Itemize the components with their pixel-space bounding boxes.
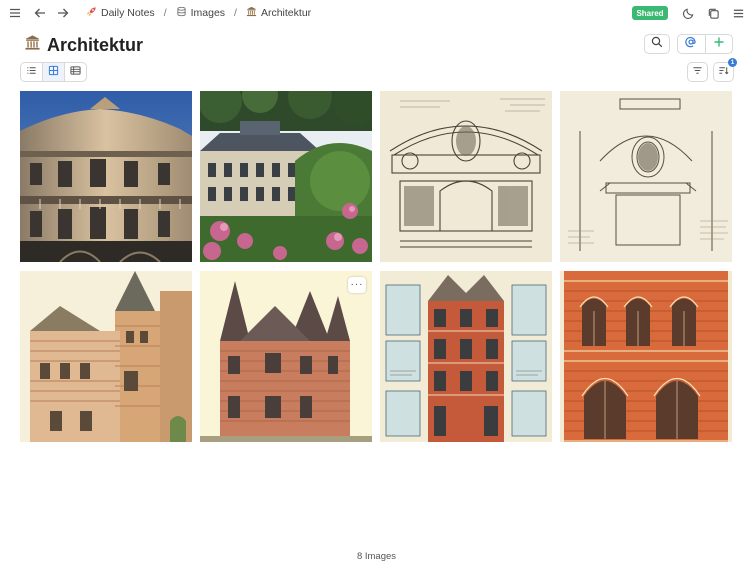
top-bar: Daily Notes / Images / Architektur Share…	[0, 0, 753, 26]
image-count-label: 8 Images	[356, 551, 397, 562]
page-title: Architektur	[47, 34, 144, 55]
table-view-icon	[70, 63, 81, 81]
gallery-card[interactable]	[20, 271, 192, 442]
breadcrumb-architektur[interactable]: Architektur	[246, 6, 311, 20]
breadcrumb-label: Daily Notes	[101, 7, 155, 19]
hamburger-icon[interactable]	[6, 4, 24, 22]
database-icon	[176, 6, 187, 20]
baroque-corner-building-photo	[20, 91, 192, 262]
classical-building-icon	[246, 6, 257, 20]
filter-icon	[692, 63, 703, 81]
gallery-card[interactable]	[380, 91, 552, 262]
rocket-icon	[86, 6, 97, 20]
breadcrumb-separator: /	[163, 7, 167, 19]
breadcrumb-label: Architektur	[260, 7, 312, 19]
gallery-card[interactable]	[200, 91, 372, 262]
plus-icon	[713, 35, 725, 53]
list-view-button[interactable]	[21, 63, 43, 81]
search-icon	[651, 35, 663, 53]
gallery-card[interactable]	[380, 271, 552, 442]
gallery-view-icon	[48, 63, 59, 81]
view-switcher	[20, 62, 87, 82]
arrow-left-icon[interactable]	[31, 4, 49, 22]
search-button[interactable]	[644, 34, 670, 54]
card-more-button[interactable]: ···	[348, 277, 366, 293]
table-view-button[interactable]	[65, 63, 86, 81]
gothic-revival-house-elevation	[200, 271, 372, 442]
breadcrumb: Daily Notes / Images / Architektur	[86, 0, 311, 26]
breadcrumb-separator: /	[234, 7, 237, 19]
image-gallery: ···	[20, 91, 733, 442]
at-sign-icon	[685, 35, 697, 53]
shared-badge[interactable]: Shared	[632, 6, 668, 20]
breadcrumb-daily-notes[interactable]: Daily Notes	[86, 6, 155, 20]
sort-icon	[718, 63, 729, 81]
sort-count-badge: 1	[728, 58, 737, 67]
oval-window-pediment-drawing	[560, 91, 732, 262]
breadcrumb-label: Images	[190, 7, 226, 19]
mention-add-group	[677, 34, 733, 54]
brick-villa-elevation	[20, 271, 192, 442]
gallery-card[interactable]: ···	[200, 271, 372, 442]
gallery-view-button[interactable]	[43, 63, 65, 81]
moon-icon[interactable]	[679, 4, 697, 22]
gallery-card[interactable]	[560, 91, 732, 262]
townhouse-facade-with-plans	[380, 271, 552, 442]
filter-button[interactable]	[687, 62, 708, 82]
list-view-icon	[26, 63, 37, 81]
chateau-with-rhododendrons-photo	[200, 91, 372, 262]
duplicate-icon[interactable]	[704, 4, 722, 22]
classical-building-icon	[24, 34, 41, 56]
mention-button[interactable]	[678, 35, 706, 53]
gallery-card[interactable]	[20, 91, 192, 262]
add-button[interactable]	[706, 35, 733, 53]
gallery-card[interactable]	[560, 271, 732, 442]
arrow-right-icon[interactable]	[54, 4, 72, 22]
ornate-window-engraving	[380, 91, 552, 262]
red-brick-arched-facade	[560, 271, 732, 442]
breadcrumb-images[interactable]: Images	[176, 6, 225, 20]
page-header: Architektur	[24, 34, 143, 56]
hamburger-icon[interactable]	[729, 4, 747, 22]
